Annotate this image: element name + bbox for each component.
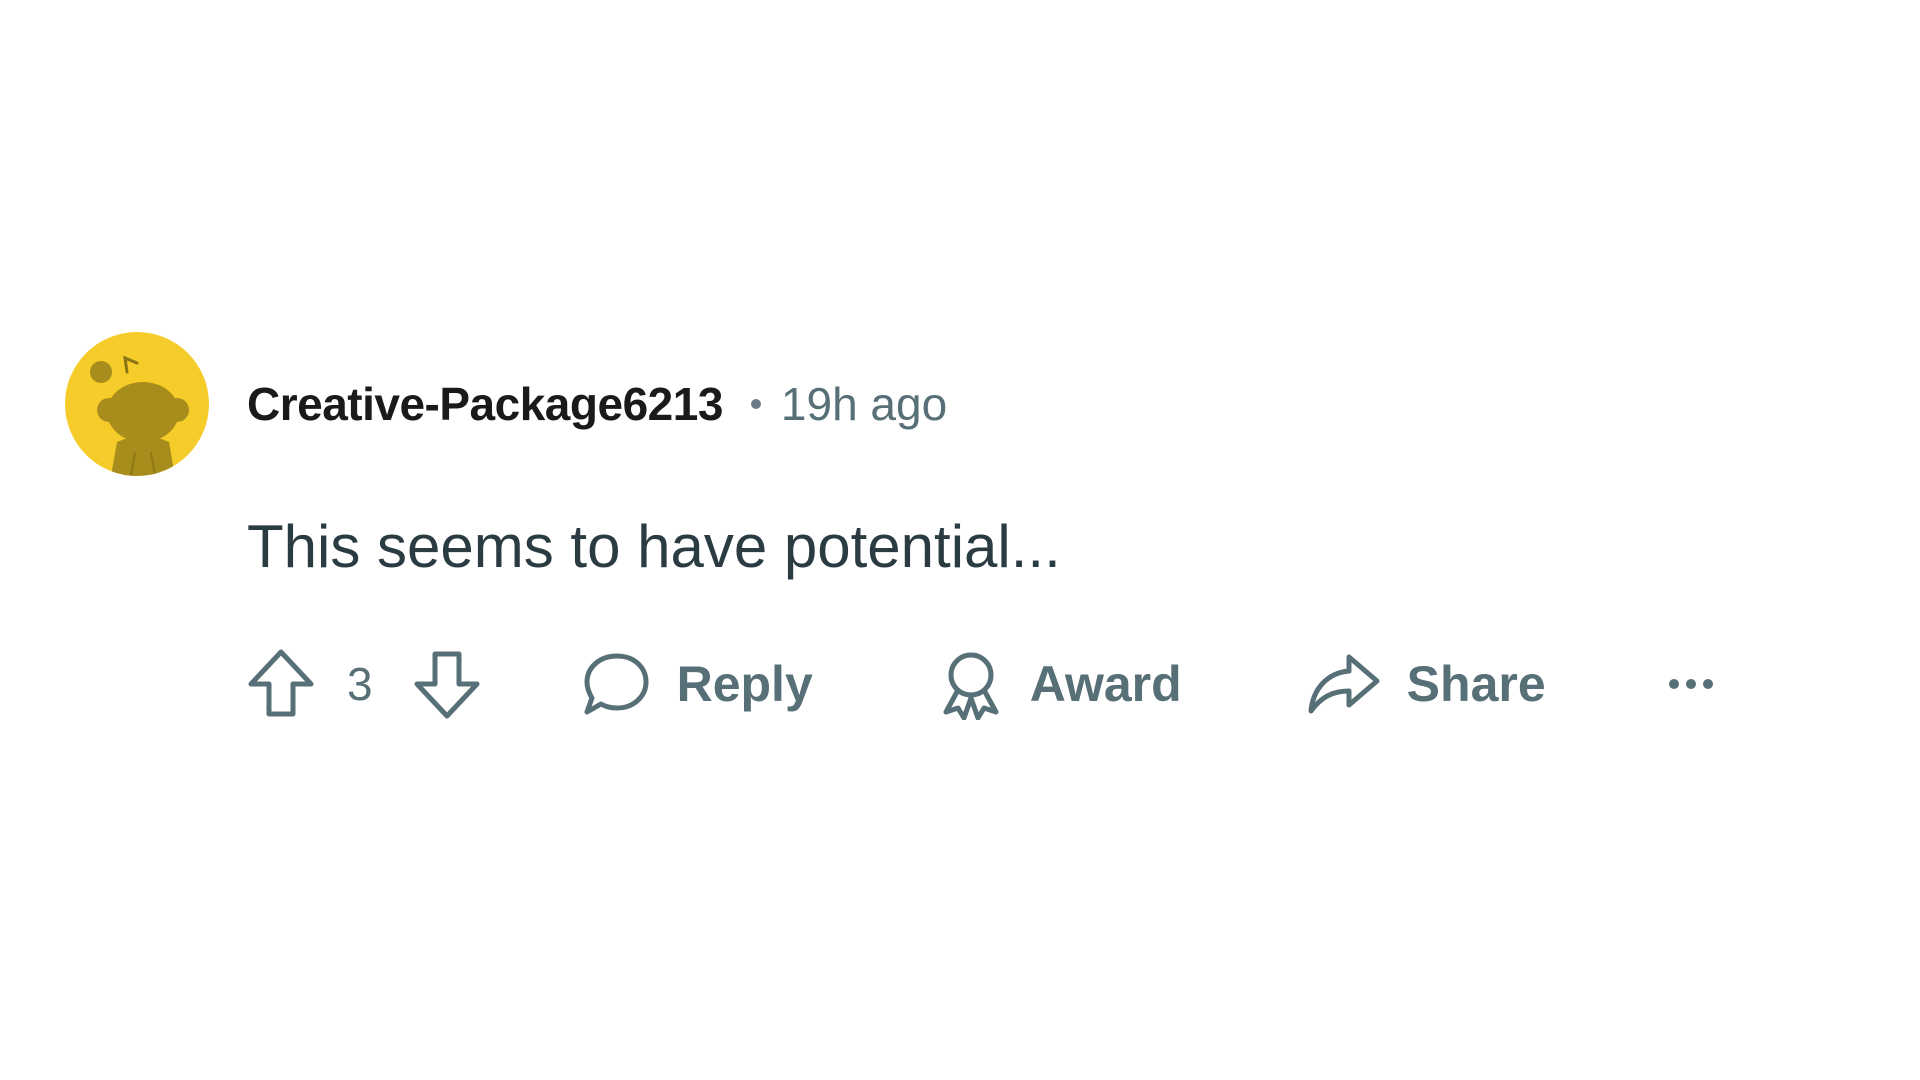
ellipsis-icon <box>1668 679 1713 689</box>
comment-action-bar: 3 Reply Award Share <box>247 644 1716 724</box>
award-button[interactable]: Award <box>938 648 1182 720</box>
comment-timestamp[interactable]: 19h ago <box>781 377 947 431</box>
award-label: Award <box>1029 656 1182 712</box>
award-icon <box>943 652 999 720</box>
separator-dot <box>750 399 761 409</box>
comment-meta: Creative-Package6213 19h ago <box>247 374 947 434</box>
share-label: Share <box>1406 656 1546 712</box>
share-button[interactable]: Share <box>1307 651 1546 717</box>
avatar[interactable] <box>65 332 209 476</box>
snoo-avatar-icon <box>90 355 189 476</box>
share-arrow-icon <box>1308 654 1380 714</box>
author-username[interactable]: Creative-Package6213 <box>247 377 723 431</box>
reply-label: Reply <box>676 656 813 712</box>
comment-body: This seems to have potential... <box>247 513 1061 580</box>
more-options-button[interactable] <box>1666 674 1716 694</box>
downvote-button[interactable] <box>413 648 481 720</box>
upvote-button[interactable] <box>247 648 315 720</box>
vote-count: 3 <box>347 658 373 710</box>
upvote-arrow-icon <box>248 649 314 717</box>
reply-button[interactable]: Reply <box>581 650 813 718</box>
downvote-arrow-icon <box>414 651 480 719</box>
speech-bubble-icon <box>584 653 649 715</box>
